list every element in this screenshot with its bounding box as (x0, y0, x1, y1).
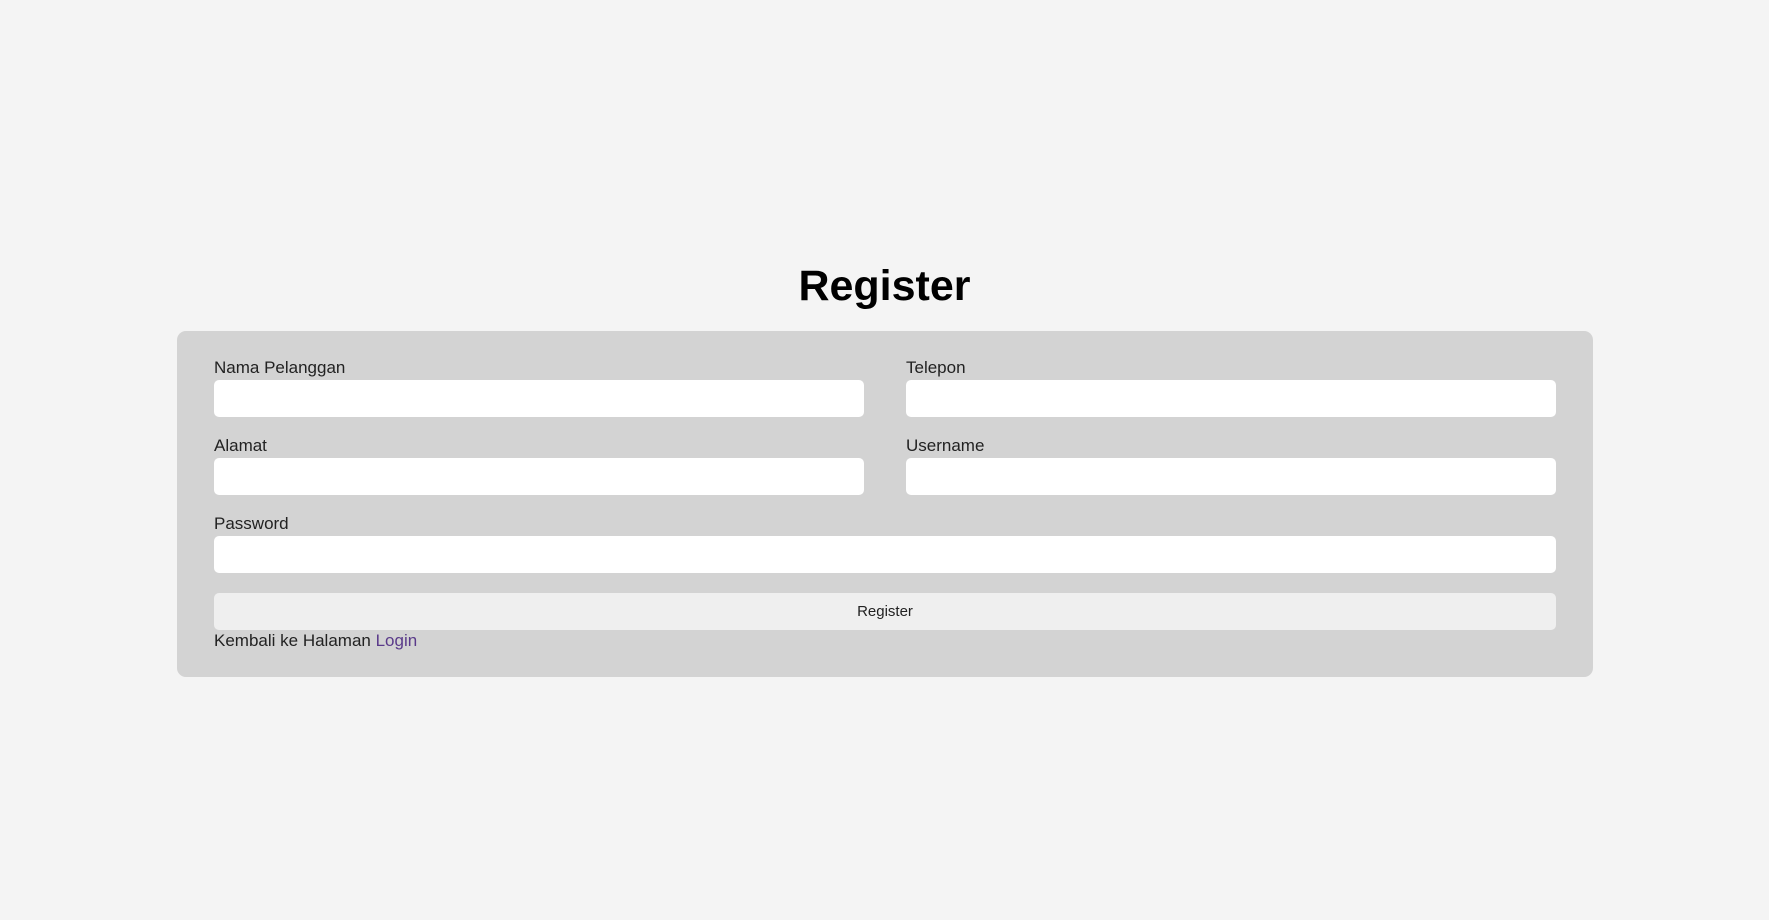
password-input[interactable] (214, 536, 1556, 573)
page-title: Register (798, 262, 971, 310)
telepon-input[interactable] (906, 380, 1556, 417)
password-label: Password (214, 514, 289, 533)
telepon-field-group: Telepon (906, 358, 1556, 417)
back-text: Kembali ke Halaman (214, 631, 376, 650)
nama-pelanggan-label: Nama Pelanggan (214, 358, 346, 377)
password-field-group: Password (214, 514, 1556, 573)
alamat-label: Alamat (214, 436, 267, 455)
register-button[interactable]: Register (214, 593, 1556, 630)
telepon-label: Telepon (906, 358, 966, 377)
nama-pelanggan-field-group: Nama Pelanggan (214, 358, 864, 417)
username-input[interactable] (906, 458, 1556, 495)
nama-pelanggan-input[interactable] (214, 380, 864, 417)
back-to-login-text: Kembali ke Halaman Login (214, 630, 417, 652)
username-label: Username (906, 436, 985, 455)
register-form: Nama Pelanggan Telepon Alamat Username P… (177, 331, 1593, 677)
login-link[interactable]: Login (376, 631, 418, 650)
username-field-group: Username (906, 436, 1556, 495)
alamat-field-group: Alamat (214, 436, 864, 495)
alamat-input[interactable] (214, 458, 864, 495)
register-page: Register Nama Pelanggan Telepon Alamat U… (0, 0, 1769, 920)
